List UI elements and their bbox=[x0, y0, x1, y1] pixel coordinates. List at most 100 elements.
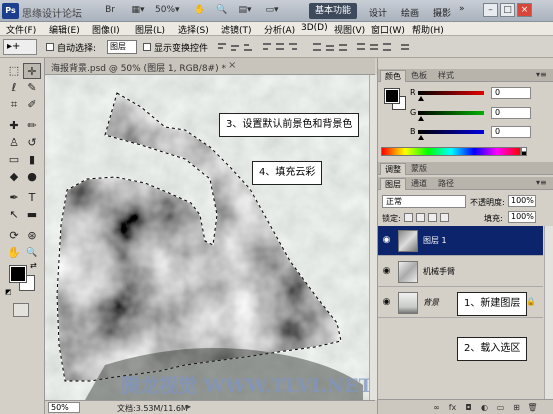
document-canvas[interactable]: 3、设置默认前景色和背景色 4、填充云彩 腾龙视觉 WWW.TLVI.NET bbox=[45, 75, 375, 400]
zoom-field[interactable]: 50% bbox=[48, 402, 80, 413]
tab-masks[interactable]: 蒙版 bbox=[407, 163, 431, 175]
show-transform-checkbox[interactable] bbox=[143, 43, 151, 51]
workspace-painting-button[interactable]: 绘画 bbox=[401, 6, 419, 19]
quick-select-tool-icon[interactable]: ✎ bbox=[23, 80, 41, 96]
minimize-button[interactable]: – bbox=[483, 3, 498, 17]
visibility-eye-icon[interactable]: ◉ bbox=[381, 235, 392, 246]
align-top-icon[interactable] bbox=[217, 41, 227, 52]
new-layer-icon[interactable]: ⊞ bbox=[511, 402, 522, 413]
align-hcenter-icon[interactable] bbox=[275, 41, 285, 52]
tab-styles[interactable]: 样式 bbox=[434, 70, 458, 82]
link-layers-icon[interactable]: ∞ bbox=[431, 402, 442, 413]
close-document-icon[interactable]: × bbox=[228, 60, 236, 71]
layer-row-mechanical-arm[interactable]: ◉ 机械手臂 bbox=[378, 257, 543, 287]
auto-select-checkbox[interactable] bbox=[46, 43, 54, 51]
lock-transparent-icon[interactable] bbox=[404, 213, 413, 222]
channel-b-thumb[interactable] bbox=[418, 135, 424, 140]
channel-g-value[interactable]: 0 bbox=[491, 107, 531, 119]
auto-align-icon[interactable] bbox=[400, 41, 410, 52]
view-extras-icon[interactable]: ▦▾ bbox=[128, 5, 148, 17]
align-bottom-icon[interactable] bbox=[243, 41, 253, 52]
3d-rotate-tool-icon[interactable]: ⟳ bbox=[5, 228, 23, 244]
visibility-eye-icon[interactable]: ◉ bbox=[381, 297, 392, 308]
zoom-tool-icon[interactable]: 🔍 bbox=[23, 245, 41, 261]
dodge-tool-icon[interactable]: ● bbox=[23, 169, 41, 185]
move-tool-icon[interactable]: ✛ bbox=[23, 63, 41, 79]
menu-edit[interactable]: 编辑(E) bbox=[49, 23, 80, 36]
eyedropper-tool-icon[interactable]: ✐ bbox=[23, 97, 41, 113]
tab-channels[interactable]: 通道 bbox=[407, 178, 431, 190]
shape-tool-icon[interactable]: ▬ bbox=[23, 207, 41, 223]
menu-filter[interactable]: 滤镜(T) bbox=[221, 23, 252, 36]
marquee-tool-icon[interactable]: ⬚ bbox=[5, 63, 23, 79]
tab-swatches[interactable]: 色板 bbox=[407, 70, 431, 82]
workspace-basic-button[interactable]: 基本功能 bbox=[309, 3, 357, 19]
close-window-button[interactable]: × bbox=[517, 3, 532, 17]
maximize-button[interactable]: □ bbox=[500, 3, 515, 17]
path-select-tool-icon[interactable]: ↖ bbox=[5, 207, 23, 223]
lock-position-icon[interactable] bbox=[428, 213, 437, 222]
opacity-field[interactable]: 100% bbox=[508, 195, 536, 207]
distribute-right-icon[interactable] bbox=[382, 41, 392, 52]
status-menu-arrow-icon[interactable]: ▸ bbox=[187, 402, 191, 411]
canvas-vertical-scrollbar[interactable] bbox=[369, 75, 377, 400]
menu-window[interactable]: 窗口(W) bbox=[371, 23, 405, 36]
workspace-photography-button[interactable]: 摄影 bbox=[433, 6, 451, 19]
add-mask-icon[interactable]: ◘ bbox=[463, 402, 474, 413]
menu-help[interactable]: 帮助(H) bbox=[412, 23, 444, 36]
arrange-documents-icon[interactable]: ▤▾ bbox=[235, 5, 255, 17]
pen-tool-icon[interactable]: ✒ bbox=[5, 190, 23, 206]
clone-stamp-tool-icon[interactable]: ♙ bbox=[5, 135, 23, 151]
workspace-more-button[interactable]: » bbox=[459, 4, 465, 14]
history-brush-tool-icon[interactable]: ↺ bbox=[23, 135, 41, 151]
layers-scrollbar[interactable] bbox=[544, 226, 553, 399]
distribute-top-icon[interactable] bbox=[312, 41, 322, 52]
channel-r-slider[interactable] bbox=[418, 91, 484, 95]
black-white-ramp[interactable] bbox=[521, 147, 527, 156]
distribute-left-icon[interactable] bbox=[356, 41, 366, 52]
channel-r-value[interactable]: 0 bbox=[491, 87, 531, 99]
menu-view[interactable]: 视图(V) bbox=[334, 23, 365, 36]
quick-mask-icon[interactable] bbox=[13, 303, 29, 317]
align-right-icon[interactable] bbox=[288, 41, 298, 52]
lasso-tool-icon[interactable]: ℓ bbox=[5, 80, 23, 96]
workspace-design-button[interactable]: 设计 bbox=[369, 6, 387, 19]
default-colors-icon[interactable]: ◩ bbox=[5, 288, 12, 296]
tab-color[interactable]: 颜色 bbox=[380, 70, 406, 82]
distribute-hcenter-icon[interactable] bbox=[369, 41, 379, 52]
fx-icon[interactable]: fx bbox=[447, 402, 458, 413]
hand-tool-icon[interactable]: ✋ bbox=[5, 245, 23, 261]
tab-paths[interactable]: 路径 bbox=[434, 178, 458, 190]
launch-bridge-icon[interactable]: Br bbox=[100, 5, 120, 17]
color-panel-menu-icon[interactable]: ▾≡ bbox=[536, 70, 547, 79]
document-tab[interactable]: 海报背景.psd @ 50% (图层 1, RGB/8#) * × bbox=[45, 58, 375, 75]
screen-mode-icon[interactable]: ▭▾ bbox=[262, 5, 282, 17]
distribute-bottom-icon[interactable] bbox=[338, 41, 348, 52]
layer-row-layer1[interactable]: ◉ 图层 1 bbox=[378, 226, 543, 256]
fill-field[interactable]: 100% bbox=[508, 211, 536, 223]
color-panel-foreground-swatch[interactable] bbox=[384, 88, 400, 104]
menu-analysis[interactable]: 分析(A) bbox=[264, 23, 295, 36]
menu-layer[interactable]: 图层(L) bbox=[135, 23, 165, 36]
channel-b-slider[interactable] bbox=[418, 130, 484, 134]
channel-g-thumb[interactable] bbox=[418, 116, 424, 121]
zoom-tool-icon[interactable]: 🔍 bbox=[212, 5, 232, 17]
blend-mode-dropdown[interactable]: 正常 bbox=[382, 195, 466, 208]
group-icon[interactable]: ▭ bbox=[495, 402, 506, 413]
distribute-vcenter-icon[interactable] bbox=[325, 41, 335, 52]
lock-image-icon[interactable] bbox=[416, 213, 425, 222]
align-vcenter-icon[interactable] bbox=[230, 41, 240, 52]
blur-tool-icon[interactable]: ◆ bbox=[5, 169, 23, 185]
hand-tool-icon[interactable]: ✋ bbox=[190, 5, 210, 17]
channel-r-thumb[interactable] bbox=[418, 96, 424, 101]
align-left-icon[interactable] bbox=[262, 41, 272, 52]
lock-all-icon[interactable] bbox=[440, 213, 449, 222]
menu-select[interactable]: 选择(S) bbox=[178, 23, 209, 36]
color-spectrum-ramp[interactable] bbox=[381, 147, 521, 156]
adjustment-layer-icon[interactable]: ◐ bbox=[479, 402, 490, 413]
menu-image[interactable]: 图像(I) bbox=[92, 23, 120, 36]
crop-tool-icon[interactable]: ⌗ bbox=[5, 97, 23, 113]
trash-icon[interactable]: 🗑 bbox=[527, 402, 538, 413]
zoom-level-icon[interactable]: 50%▾ bbox=[155, 5, 180, 17]
brush-tool-icon[interactable]: ✏ bbox=[23, 118, 41, 134]
